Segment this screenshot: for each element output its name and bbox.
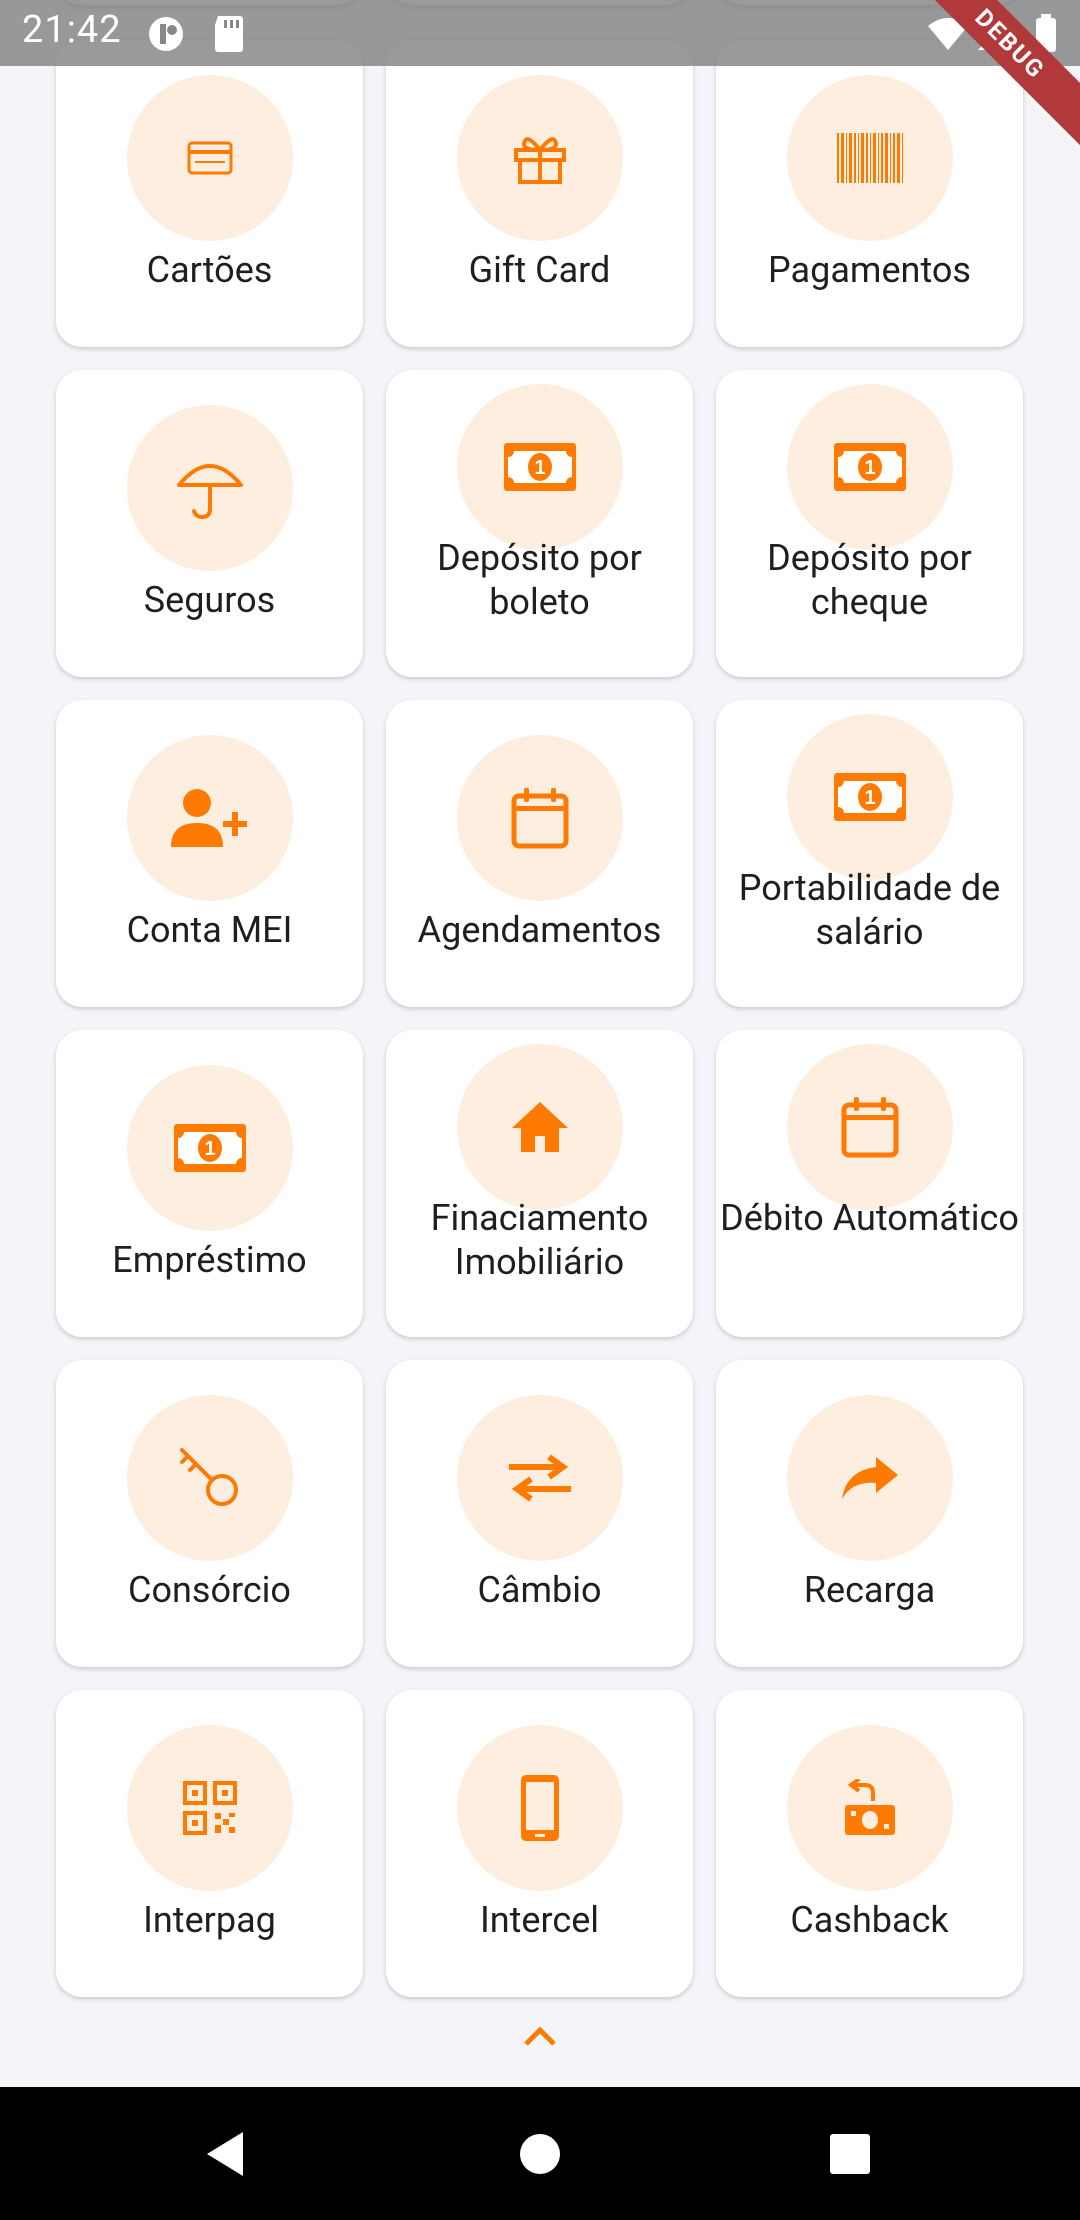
home-icon [512, 1102, 568, 1152]
svg-text:1: 1 [534, 457, 545, 479]
notification-icon [149, 17, 183, 51]
svg-text:1: 1 [864, 787, 875, 809]
icon-circle [127, 405, 293, 571]
service-label: Gift Card [468, 249, 611, 291]
icon-circle [127, 1725, 293, 1891]
service-card-cashback[interactable]: Cashback [716, 1690, 1023, 1997]
qr-code-icon [183, 1781, 237, 1835]
service-card-deposito-cheque[interactable]: 1 Depósito por cheque [716, 370, 1023, 677]
share-arrow-icon [842, 1457, 898, 1499]
service-label: Seguros [143, 579, 276, 621]
gift-icon [514, 137, 566, 184]
service-card-intercel[interactable]: Intercel [386, 1690, 693, 1997]
service-card-portabilidade[interactable]: 1 Portabilidade de salário [716, 700, 1023, 1007]
credit-card-icon [187, 141, 233, 175]
service-label: Cartões [146, 249, 273, 291]
banknote-icon: 1 [504, 443, 576, 491]
service-label: Depósito por boleto [437, 537, 642, 623]
svg-text:1: 1 [204, 1138, 215, 1160]
icon-circle [457, 1395, 623, 1561]
service-card-agendamentos[interactable]: Agendamentos [386, 700, 693, 1007]
banknote-icon: 1 [174, 1124, 246, 1172]
icon-circle: 1 [787, 384, 953, 550]
service-card-consorcio[interactable]: Consórcio [56, 1360, 363, 1667]
service-card-financiamento[interactable]: Finaciamento Imobiliário [386, 1030, 693, 1337]
service-card-gift-card[interactable]: Gift Card [386, 40, 693, 347]
service-label: Portabilidade de salário [738, 867, 1001, 953]
service-card-emprestimo[interactable]: 1 Empréstimo [56, 1030, 363, 1337]
exchange-icon [509, 1454, 571, 1502]
icon-circle [127, 1395, 293, 1561]
service-card-recarga[interactable]: Recarga [716, 1360, 1023, 1667]
icon-circle [787, 1395, 953, 1561]
service-card-interpag[interactable]: Interpag [56, 1690, 363, 1997]
svg-text:1: 1 [864, 457, 875, 479]
icon-circle [457, 1044, 623, 1210]
service-label: Intercel [479, 1899, 600, 1941]
service-label: Conta MEI [126, 909, 293, 951]
service-label: Câmbio [477, 1569, 602, 1611]
service-card-deposito-boleto[interactable]: 1 Depósito por boleto [386, 370, 693, 677]
sd-card-icon [215, 16, 243, 52]
add-user-icon [171, 789, 247, 847]
icon-circle [787, 1725, 953, 1891]
barcode-icon [837, 133, 903, 183]
service-label: Cashback [790, 1899, 949, 1941]
umbrella-icon [177, 464, 243, 520]
icon-circle [787, 75, 953, 241]
service-label: Pagamentos [768, 249, 971, 291]
service-label: Finaciamento Imobiliário [430, 1197, 649, 1283]
icon-circle: 1 [127, 1065, 293, 1231]
key-icon [180, 1448, 238, 1506]
service-label: Agendamentos [417, 909, 662, 951]
icon-circle [457, 1725, 623, 1891]
icon-circle [127, 735, 293, 901]
home-circle-icon[interactable] [518, 2132, 562, 2176]
navigation-bar [0, 2087, 1080, 2220]
phone-icon [521, 1775, 559, 1841]
recents-icon[interactable] [828, 2132, 872, 2176]
banknote-icon: 1 [834, 773, 906, 821]
service-card-pagamentos[interactable]: Pagamentos [716, 40, 1023, 347]
service-card-debito-automatico[interactable]: Débito Automático [716, 1030, 1023, 1337]
service-card-conta-mei[interactable]: Conta MEI [56, 700, 363, 1007]
icon-circle [127, 75, 293, 241]
calendar-icon [511, 788, 569, 849]
status-bar: 21:42 [0, 0, 1080, 66]
cashback-icon [845, 1779, 895, 1835]
service-card-seguros[interactable]: Seguros [56, 370, 363, 677]
status-time: 21:42 [22, 8, 122, 52]
calendar-icon [841, 1097, 899, 1158]
service-label: Recarga [803, 1569, 936, 1611]
back-icon[interactable] [203, 2130, 247, 2178]
icon-circle [787, 1044, 953, 1210]
service-card-cartoes[interactable]: Cartões [56, 40, 363, 347]
service-label: Interpag [143, 1899, 276, 1941]
banknote-icon: 1 [834, 443, 906, 491]
chevron-up-icon[interactable] [522, 2024, 558, 2048]
service-card-cambio[interactable]: Câmbio [386, 1360, 693, 1667]
service-label: Consórcio [128, 1569, 291, 1611]
service-label: Depósito por cheque [767, 537, 972, 623]
icon-circle [457, 735, 623, 901]
icon-circle: 1 [457, 384, 623, 550]
service-label: Empréstimo [112, 1239, 307, 1281]
icon-circle: 1 [787, 714, 953, 880]
icon-circle [457, 75, 623, 241]
service-label: Débito Automático [720, 1197, 1019, 1239]
